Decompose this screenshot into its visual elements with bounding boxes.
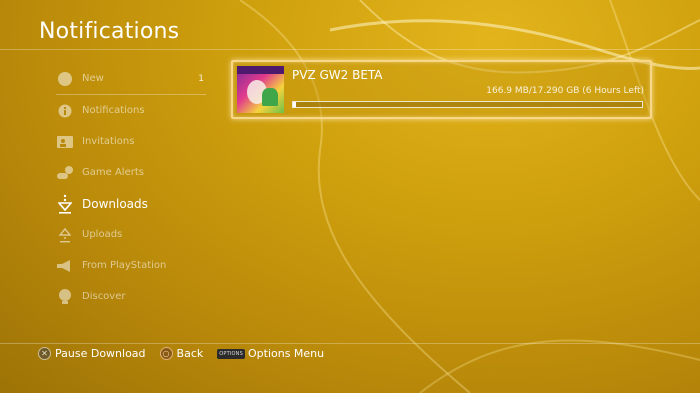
sidebar-item-label: Discover bbox=[82, 291, 126, 302]
sidebar-item-label: From PlayStation bbox=[82, 260, 167, 271]
lightbulb-icon bbox=[56, 288, 74, 306]
sidebar-item-invitations[interactable]: Invitations bbox=[56, 126, 206, 157]
sidebar-item-discover[interactable]: Discover bbox=[56, 281, 206, 312]
new-count-badge: 1 bbox=[198, 73, 204, 84]
sidebar-item-notifications[interactable]: Notifications bbox=[56, 95, 206, 126]
options-menu-label: Options Menu bbox=[247, 347, 325, 360]
options-button-icon: OPTIONS bbox=[217, 348, 245, 359]
pause-download-label: Pause Download bbox=[55, 347, 146, 360]
button-hints: ✕ Pause Download ○ Back OPTIONS Options … bbox=[38, 347, 338, 360]
sidebar-item-new[interactable]: New 1 bbox=[56, 63, 206, 95]
info-icon bbox=[56, 102, 74, 120]
controller-alert-icon bbox=[56, 164, 74, 182]
sidebar-item-label: Notifications bbox=[82, 105, 145, 116]
download-arrow-icon bbox=[56, 194, 74, 214]
sidebar-item-downloads[interactable]: Downloads bbox=[56, 188, 206, 219]
sidebar-item-label: Invitations bbox=[82, 136, 135, 147]
circle-button-icon: ○ bbox=[159, 347, 173, 360]
cross-button-icon: ✕ bbox=[38, 347, 51, 360]
download-title: PVZ GW2 BETA bbox=[292, 68, 383, 82]
upload-arrow-icon bbox=[56, 226, 74, 244]
sidebar-item-label: Downloads bbox=[82, 196, 148, 211]
page-title: Notifications bbox=[39, 19, 180, 44]
footer-divider bbox=[0, 343, 700, 344]
sidebar-item-label: Game Alerts bbox=[82, 167, 144, 178]
download-progress-fill bbox=[293, 102, 297, 107]
pause-download-hint[interactable]: ✕ Pause Download bbox=[38, 347, 146, 360]
sun-icon bbox=[56, 70, 74, 88]
megaphone-icon bbox=[56, 257, 74, 275]
download-status: 166.9 MB/17.290 GB (6 Hours Left) bbox=[486, 86, 644, 96]
sidebar-item-game-alerts[interactable]: Game Alerts bbox=[56, 157, 206, 188]
options-menu-hint[interactable]: OPTIONS Options Menu bbox=[217, 347, 324, 360]
download-progress-bar bbox=[292, 101, 643, 108]
back-label: Back bbox=[176, 347, 204, 360]
invitation-icon bbox=[56, 133, 74, 151]
sidebar-item-label: New bbox=[82, 73, 104, 84]
back-hint[interactable]: ○ Back bbox=[159, 347, 204, 360]
game-thumbnail bbox=[237, 66, 284, 113]
header-divider bbox=[0, 49, 700, 50]
sidebar-menu: New 1 Notifications Invitations Game Ale… bbox=[56, 63, 206, 312]
download-item-card[interactable]: PVZ GW2 BETA 166.9 MB/17.290 GB (6 Hours… bbox=[231, 60, 652, 119]
sidebar-item-label: Uploads bbox=[82, 229, 123, 240]
sidebar-item-uploads[interactable]: Uploads bbox=[56, 219, 206, 250]
sidebar-item-from-playstation[interactable]: From PlayStation bbox=[56, 250, 206, 281]
